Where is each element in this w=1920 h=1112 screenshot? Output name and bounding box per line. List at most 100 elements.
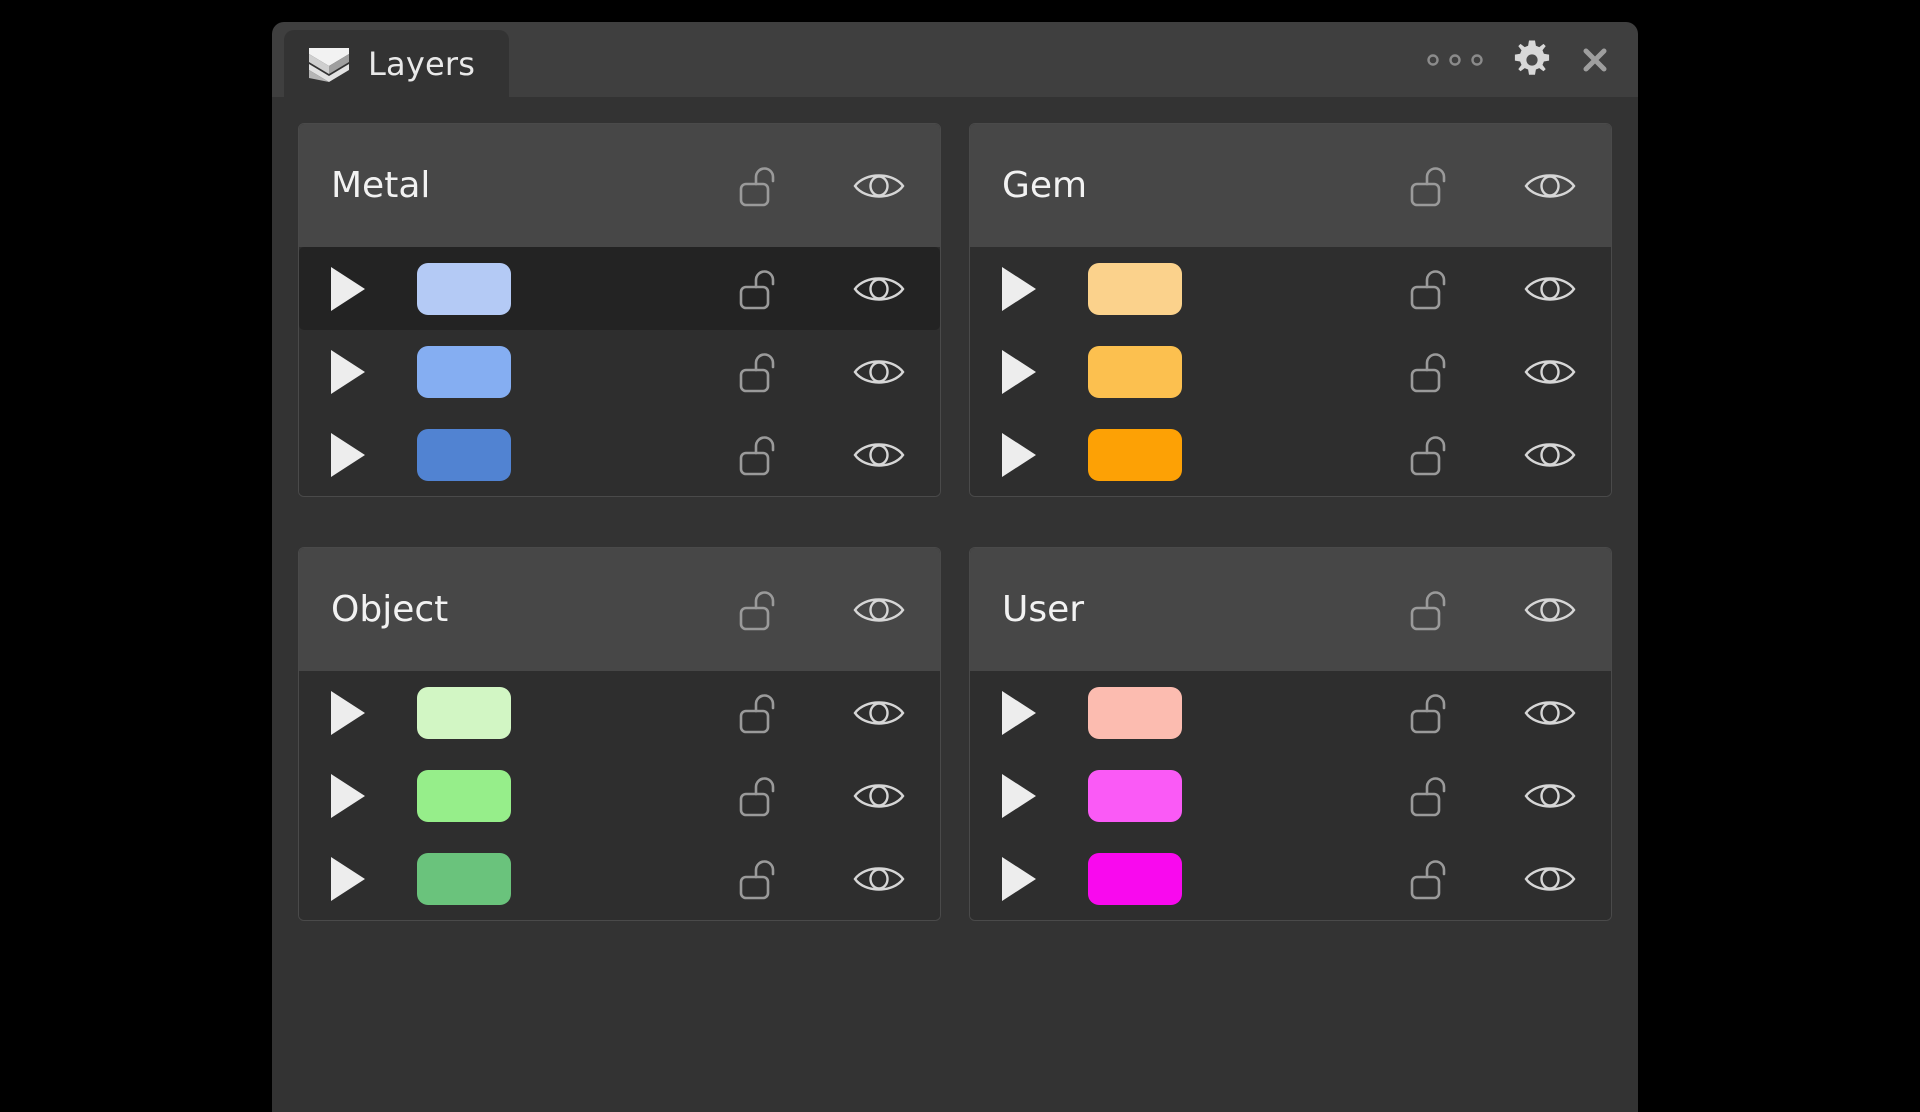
layer-group-header[interactable]: Gem (970, 124, 1611, 247)
layer-lock-toggle[interactable] (696, 349, 818, 395)
triangle-right-icon (331, 857, 365, 901)
layer-lock-toggle[interactable] (1367, 266, 1489, 312)
layer-color-swatch-gem-3[interactable] (1088, 429, 1182, 481)
group-visibility-toggle[interactable] (1489, 548, 1611, 671)
layer-group-rows (970, 671, 1611, 920)
layers-panel-window: Layers (272, 22, 1638, 1112)
eye-visible-icon (1524, 271, 1576, 307)
layer-expand-toggle[interactable] (331, 774, 411, 818)
triangle-right-icon (331, 774, 365, 818)
layer-visibility-toggle[interactable] (1489, 354, 1611, 390)
layer-row-metal-2[interactable] (299, 330, 940, 413)
layer-row-gem-3[interactable] (970, 413, 1611, 496)
layer-group-gem: Gem (969, 123, 1612, 497)
layer-row-gem-1[interactable] (970, 247, 1611, 330)
triangle-right-icon (331, 433, 365, 477)
layer-visibility-toggle[interactable] (818, 354, 940, 390)
layer-row-metal-1[interactable] (299, 247, 940, 330)
eye-visible-icon (1524, 861, 1576, 897)
layer-row-user-1[interactable] (970, 671, 1611, 754)
layer-color-swatch-gem-1[interactable] (1088, 263, 1182, 315)
layer-row-object-3[interactable] (299, 837, 940, 920)
panel-titlebar: Layers (272, 22, 1638, 97)
layer-group-header[interactable]: Object (299, 548, 940, 671)
group-lock-toggle[interactable] (1367, 548, 1489, 671)
layer-expand-toggle[interactable] (1002, 433, 1082, 477)
layer-visibility-toggle[interactable] (818, 437, 940, 473)
layer-expand-toggle[interactable] (331, 350, 411, 394)
layer-group-header[interactable]: User (970, 548, 1611, 671)
layer-lock-toggle[interactable] (696, 690, 818, 736)
layer-lock-toggle[interactable] (696, 773, 818, 819)
unlocked-padlock-icon (737, 773, 777, 819)
layer-lock-toggle[interactable] (1367, 773, 1489, 819)
layer-expand-toggle[interactable] (331, 857, 411, 901)
layer-color-swatch-user-3[interactable] (1088, 853, 1182, 905)
group-lock-toggle[interactable] (696, 124, 818, 247)
layer-color-swatch-object-3[interactable] (417, 853, 511, 905)
triangle-right-icon (1002, 857, 1036, 901)
close-button[interactable] (1578, 43, 1612, 77)
layer-visibility-toggle[interactable] (818, 271, 940, 307)
unlocked-padlock-icon (1408, 349, 1448, 395)
tab-layers[interactable]: Layers (284, 30, 509, 97)
layer-lock-toggle[interactable] (1367, 690, 1489, 736)
layer-lock-toggle[interactable] (1367, 856, 1489, 902)
layer-expand-toggle[interactable] (1002, 857, 1082, 901)
layer-visibility-toggle[interactable] (1489, 271, 1611, 307)
unlocked-padlock-icon (1408, 690, 1448, 736)
layers-stack-icon (306, 44, 352, 84)
layer-visibility-toggle[interactable] (1489, 695, 1611, 731)
layer-color-swatch-user-1[interactable] (1088, 687, 1182, 739)
eye-visible-icon (1524, 592, 1576, 628)
layer-color-swatch-object-1[interactable] (417, 687, 511, 739)
layer-expand-toggle[interactable] (1002, 774, 1082, 818)
more-options-button[interactable] (1424, 49, 1486, 71)
layer-visibility-toggle[interactable] (1489, 437, 1611, 473)
layer-visibility-toggle[interactable] (818, 695, 940, 731)
layer-color-swatch-gem-2[interactable] (1088, 346, 1182, 398)
layer-expand-toggle[interactable] (1002, 691, 1082, 735)
group-visibility-toggle[interactable] (818, 548, 940, 671)
layer-color-swatch-metal-2[interactable] (417, 346, 511, 398)
gear-icon (1512, 40, 1552, 80)
layer-visibility-toggle[interactable] (818, 778, 940, 814)
tab-label: Layers (368, 45, 475, 83)
layer-row-user-2[interactable] (970, 754, 1611, 837)
layer-group-header[interactable]: Metal (299, 124, 940, 247)
settings-button[interactable] (1512, 40, 1552, 80)
layer-lock-toggle[interactable] (696, 266, 818, 312)
eye-visible-icon (853, 861, 905, 897)
layers-panel-body: Metal (272, 97, 1638, 1112)
layer-lock-toggle[interactable] (1367, 432, 1489, 478)
group-lock-toggle[interactable] (1367, 124, 1489, 247)
group-visibility-toggle[interactable] (818, 124, 940, 247)
layer-color-swatch-metal-3[interactable] (417, 429, 511, 481)
layer-expand-toggle[interactable] (331, 691, 411, 735)
group-visibility-toggle[interactable] (1489, 124, 1611, 247)
layer-group-rows (299, 247, 940, 496)
unlocked-padlock-icon (1408, 856, 1448, 902)
layer-visibility-toggle[interactable] (1489, 778, 1611, 814)
triangle-right-icon (331, 691, 365, 735)
layer-visibility-toggle[interactable] (818, 861, 940, 897)
layer-groups-grid: Metal (298, 123, 1612, 921)
layer-row-object-1[interactable] (299, 671, 940, 754)
layer-expand-toggle[interactable] (331, 267, 411, 311)
layer-expand-toggle[interactable] (1002, 267, 1082, 311)
group-lock-toggle[interactable] (696, 548, 818, 671)
layer-expand-toggle[interactable] (1002, 350, 1082, 394)
eye-visible-icon (1524, 354, 1576, 390)
layer-expand-toggle[interactable] (331, 433, 411, 477)
layer-row-user-3[interactable] (970, 837, 1611, 920)
layer-color-swatch-metal-1[interactable] (417, 263, 511, 315)
layer-color-swatch-user-2[interactable] (1088, 770, 1182, 822)
layer-lock-toggle[interactable] (696, 432, 818, 478)
layer-visibility-toggle[interactable] (1489, 861, 1611, 897)
layer-row-object-2[interactable] (299, 754, 940, 837)
layer-color-swatch-object-2[interactable] (417, 770, 511, 822)
layer-lock-toggle[interactable] (696, 856, 818, 902)
layer-row-gem-2[interactable] (970, 330, 1611, 413)
layer-row-metal-3[interactable] (299, 413, 940, 496)
layer-lock-toggle[interactable] (1367, 349, 1489, 395)
